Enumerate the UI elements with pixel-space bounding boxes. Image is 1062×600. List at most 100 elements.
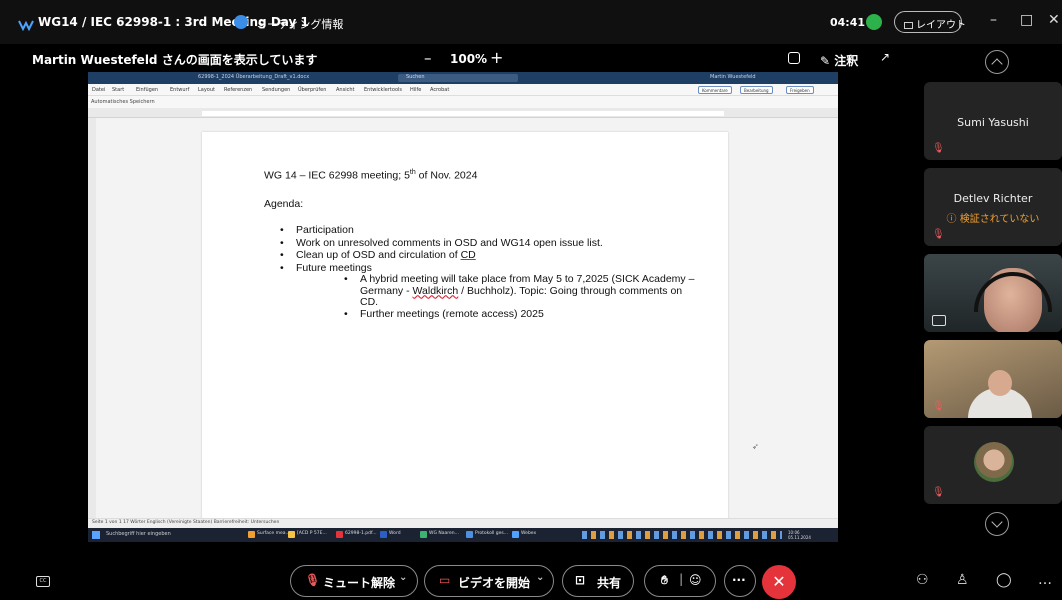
participant-tile[interactable]: Sumi Yasushi 🎙︎ xyxy=(924,82,1062,160)
chevron-down-icon[interactable]: ⌄ xyxy=(536,572,544,583)
taskbar-app: Surface mea... xyxy=(248,531,290,538)
document-title: WG 14 – IEC 62998 meeting; 5th of Nov. 2… xyxy=(264,169,478,182)
windows-taskbar: Suchbegriff hier eingeben Surface mea...… xyxy=(88,528,838,542)
word-menu-item: Start xyxy=(112,87,125,93)
muted-mic-icon: 🎙︎ xyxy=(932,143,945,154)
participant-tile[interactable]: Detlev Richter ⓘ 検証されていない 🎙︎ xyxy=(924,168,1062,246)
participant-video-tile[interactable] xyxy=(924,254,1062,332)
taskbar-clock: 10:06 05.11.2024 xyxy=(788,530,811,540)
word-menu-item: Überprüfen xyxy=(298,87,327,93)
minimize-button[interactable]: – xyxy=(990,12,997,28)
more-menu-icon[interactable]: … xyxy=(1038,572,1052,588)
agenda-sub-item: Further meetings (remote access) 2025 xyxy=(344,308,700,321)
layout-icon xyxy=(904,22,913,29)
share-status-bar: Martin Wuestefeld さんの画面を表示しています – 100% +… xyxy=(0,44,1062,74)
annotate-button[interactable]: ✎ 注釈 xyxy=(820,52,858,69)
word-menu-item: Einfügen xyxy=(136,87,159,93)
chevron-up-icon xyxy=(991,58,1003,70)
chevron-down-icon[interactable]: ⌄ xyxy=(399,572,407,583)
title-bar: WG14 / IEC 62998-1 : 3rd Meeting Day 1 ミ… xyxy=(0,0,1062,44)
webex-logo-icon xyxy=(18,16,34,32)
closed-captions-icon[interactable]: CC xyxy=(36,576,50,587)
agenda-item: Participation xyxy=(280,224,700,237)
maximize-button[interactable]: □ xyxy=(1020,12,1033,28)
word-user-name: Martin Wuestefeld xyxy=(710,74,756,80)
ruler-area xyxy=(202,111,724,116)
word-search-box: Suchen xyxy=(398,74,518,82)
unmute-label: ミュート解除 xyxy=(323,576,396,590)
start-video-button[interactable]: ▭ ビデオを開始 ⌄ xyxy=(424,565,554,597)
share-label: 共有 xyxy=(597,576,622,590)
taskbar-search: Suchbegriff hier eingeben xyxy=(106,531,171,537)
taskbar-app: Webex xyxy=(512,531,536,538)
word-menu-item: Hilfe xyxy=(410,87,422,93)
windows-start-icon xyxy=(92,531,100,539)
screen-share-icon xyxy=(932,315,946,326)
agenda-item: Future meetings A hybrid meeting will ta… xyxy=(280,262,700,321)
mouse-cursor-icon: ➶ xyxy=(752,442,759,451)
word-status-text: Seite 1 von 1 17 Wörter Englisch (Verein… xyxy=(92,520,280,525)
word-title-bar: 62998-1_2024 Überarbeitung_Draft_v1.docx… xyxy=(88,72,838,84)
agenda-item: Clean up of OSD and circulation of CD xyxy=(280,249,700,262)
word-doc-title: 62998-1_2024 Überarbeitung_Draft_v1.docx xyxy=(198,74,310,80)
taskbar-app: 62998-1.pdf... xyxy=(336,531,377,538)
participant-video-tile[interactable]: 🎙︎ xyxy=(924,340,1062,418)
shield-info-icon[interactable] xyxy=(234,15,248,29)
more-options-button[interactable]: ··· xyxy=(724,565,756,597)
unverified-warning: ⓘ 検証されていない xyxy=(946,214,1040,225)
video-off-icon: ▭ xyxy=(439,573,451,587)
chat-icon[interactable]: ◯ xyxy=(996,572,1012,588)
more-options-label: ··· xyxy=(732,573,746,587)
word-menu-item: Ansicht xyxy=(336,87,355,93)
agenda-sub-list: A hybrid meeting will take place from Ma… xyxy=(344,273,700,321)
meeting-info-button[interactable]: ミーティング情報 xyxy=(256,16,343,32)
close-window-button[interactable]: ✕ xyxy=(1048,12,1060,28)
chat-bubble-icon[interactable] xyxy=(788,52,800,64)
zoom-out-button[interactable]: – xyxy=(424,49,432,67)
shared-screen: 62998-1_2024 Überarbeitung_Draft_v1.docx… xyxy=(88,72,838,542)
expand-icon[interactable]: ↗ xyxy=(880,50,890,64)
agenda-item: Work on unresolved comments in OSD and W… xyxy=(280,237,700,250)
word-menu-item: Sendungen xyxy=(262,87,291,93)
participant-name: Detlev Richter xyxy=(953,192,1033,205)
word-menu-item: Datei xyxy=(92,87,106,93)
reactions-button[interactable]: ✋︎ | ☺ xyxy=(644,565,716,597)
agenda-list: Participation Work on unresolved comment… xyxy=(280,224,700,320)
word-quick-access: Automatisches Speichern xyxy=(88,96,838,108)
word-menu-item: Entwicklertools xyxy=(364,87,403,93)
participants-panel-icon[interactable]: ⚇ xyxy=(916,572,929,588)
layout-label: レイアウト xyxy=(916,20,966,31)
word-menu-item: Referenzen xyxy=(224,87,253,93)
taskbar-app: Protokoll ges... xyxy=(466,531,508,538)
unmute-button[interactable]: 🎙︎ ミュート解除 ⌄ xyxy=(290,565,418,597)
word-menu-item: Entwurf xyxy=(170,87,190,93)
participant-name: Sumi Yasushi xyxy=(957,116,1029,129)
scroll-up-button[interactable] xyxy=(985,50,1009,74)
share-button[interactable]: ⊡ 共有 xyxy=(562,565,634,597)
start-video-label: ビデオを開始 xyxy=(458,576,531,590)
participant-avatar xyxy=(974,442,1014,482)
layout-button[interactable]: レイアウト xyxy=(894,11,966,33)
emoji-reaction-icon[interactable]: ☺ xyxy=(689,573,702,587)
participant-tile[interactable]: 🎙︎ xyxy=(924,426,1062,504)
share-icon: ⊡ xyxy=(575,573,586,587)
chevron-down-icon xyxy=(991,516,1003,528)
meeting-timer: 04:41 xyxy=(830,16,866,29)
agenda-sub-item: A hybrid meeting will take place from Ma… xyxy=(344,273,700,309)
muted-mic-icon: 🎙︎ xyxy=(932,487,945,498)
scroll-down-button[interactable] xyxy=(985,512,1009,536)
connection-status-icon[interactable] xyxy=(866,14,882,30)
annotate-label: 注釈 xyxy=(834,54,859,68)
muted-mic-icon: 🎙︎ xyxy=(932,401,945,412)
muted-mic-icon: 🎙︎ xyxy=(932,229,945,240)
leave-meeting-button[interactable]: ✕ xyxy=(762,565,796,599)
raise-hand-icon[interactable]: ✋︎ xyxy=(661,573,668,588)
taskbar-app: [ACD P 57E... xyxy=(288,531,327,538)
word-share-button: Freigeben xyxy=(786,86,814,94)
taskbar-app: WG Naaren... xyxy=(420,531,459,538)
document-page: WG 14 – IEC 62998 meeting; 5th of Nov. 2… xyxy=(202,132,759,532)
people-icon[interactable]: ♙ xyxy=(956,572,969,588)
word-menu-item: Acrobat xyxy=(430,87,450,93)
zoom-in-button[interactable]: + xyxy=(490,48,503,67)
zoom-level: 100% xyxy=(450,52,488,66)
